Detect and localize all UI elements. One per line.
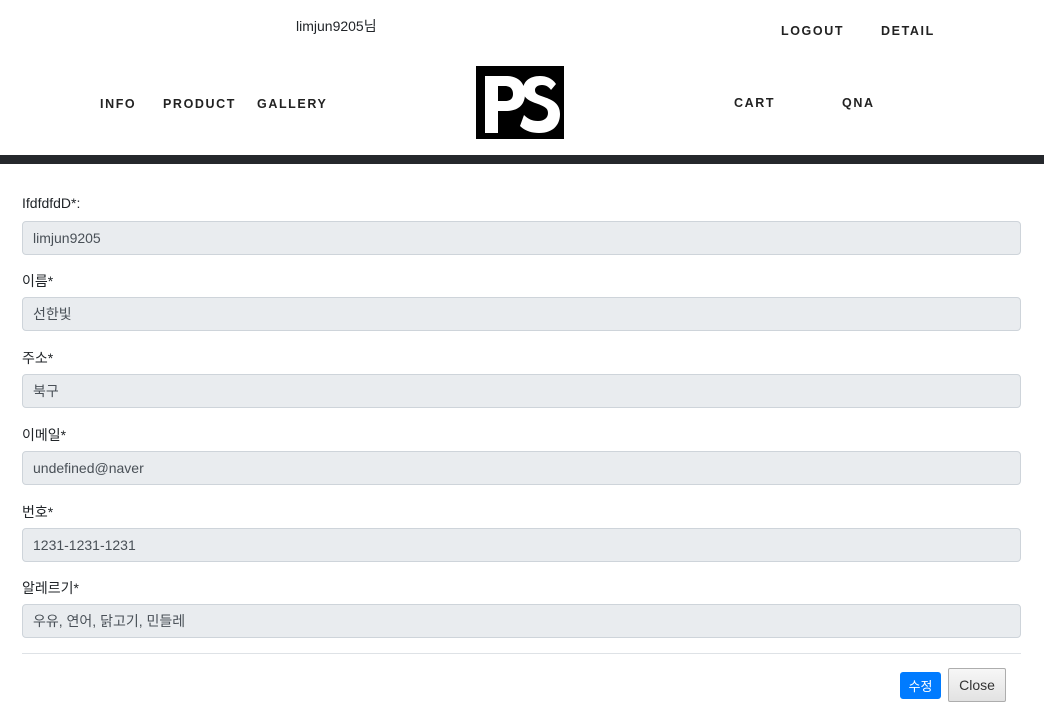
nav-qna[interactable]: QNA: [842, 96, 875, 110]
nav-cart[interactable]: CART: [734, 96, 775, 110]
site-header: limjun9205님 LOGOUT DETAIL INFO PRODUCT G…: [0, 0, 1044, 164]
edit-button[interactable]: 수정: [900, 672, 941, 699]
id-field[interactable]: [22, 221, 1021, 255]
user-greeting: limjun9205님: [296, 18, 377, 34]
ps-logo-mark: [476, 66, 564, 139]
nav-product[interactable]: PRODUCT: [163, 97, 236, 111]
header-divider-bar: [0, 155, 1044, 164]
nav-info[interactable]: INFO: [100, 97, 136, 111]
phone-label: 번호*: [22, 504, 54, 520]
name-field[interactable]: [22, 297, 1021, 331]
detail-link[interactable]: DETAIL: [881, 24, 935, 38]
page: limjun9205님 LOGOUT DETAIL INFO PRODUCT G…: [0, 0, 1044, 718]
email-field[interactable]: [22, 451, 1021, 485]
id-label: IfdfdfdD*:: [22, 195, 81, 211]
close-button[interactable]: Close: [948, 668, 1006, 702]
form-footer-divider: [22, 653, 1021, 654]
address-field[interactable]: [22, 374, 1021, 408]
ps-logo[interactable]: [476, 66, 564, 139]
address-label: 주소*: [22, 350, 54, 366]
name-label: 이름*: [22, 273, 54, 289]
nav-gallery[interactable]: GALLERY: [257, 97, 327, 111]
phone-field[interactable]: [22, 528, 1021, 562]
allergy-label: 알레르기*: [22, 580, 79, 596]
allergy-field[interactable]: [22, 604, 1021, 638]
logout-link[interactable]: LOGOUT: [781, 24, 844, 38]
email-label: 이메일*: [22, 427, 67, 443]
